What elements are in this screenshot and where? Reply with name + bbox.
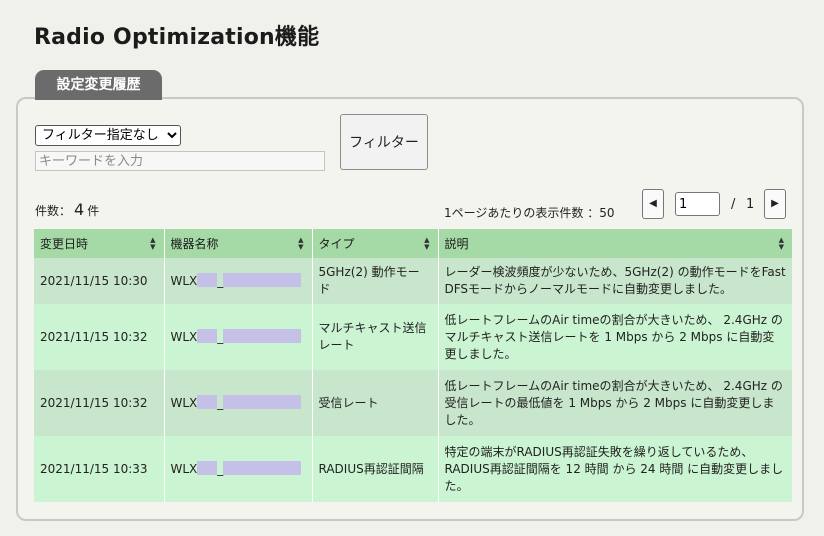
page-number-input[interactable] (675, 192, 720, 216)
column-header-datetime[interactable]: 変更日時 ▲ ▼ (34, 229, 165, 258)
count-unit: 件 (87, 204, 100, 218)
change-history-panel: フィルター指定なし フィルター 件数：4件 1ページあたりの表示件数 ：50 ◀… (16, 97, 804, 521)
table-row: 2021/11/15 10:30 WLX _ 5GHz(2) 動作モード レーダー… (34, 258, 792, 304)
sort-icon: ▲ ▼ (298, 236, 304, 251)
cell-description: レーダー検波頻度が少ないため、5GHz(2) の動作モードをFast DFSモー… (438, 258, 792, 304)
cell-datetime: 2021/11/15 10:30 (34, 258, 165, 304)
triangle-right-icon: ▶ (771, 198, 779, 209)
redacted-block (197, 328, 218, 343)
result-count: 件数： 4 件 (35, 200, 99, 219)
pager-prev-button[interactable]: ◀ (642, 189, 664, 219)
count-label: 件数： (35, 204, 72, 218)
filter-select[interactable]: フィルター指定なし (35, 125, 181, 146)
table-header-row: 変更日時 ▲ ▼ 機器名称 ▲ ▼ タイプ ▲ ▼ 説明 ▲ ▼ (34, 229, 792, 258)
sort-icon: ▲ ▼ (778, 236, 784, 251)
cell-datetime: 2021/11/15 10:33 (34, 436, 165, 502)
cell-datetime: 2021/11/15 10:32 (34, 370, 165, 436)
page-separator: / (731, 197, 736, 212)
redacted-block (197, 460, 218, 475)
table-row: 2021/11/15 10:32 WLX _ 受信レート 低レートフレームのAir… (34, 370, 792, 436)
triangle-left-icon: ◀ (649, 198, 657, 209)
cell-device: WLX _ (164, 370, 313, 436)
pager-next-button[interactable]: ▶ (764, 189, 786, 219)
table-row: 2021/11/15 10:32 WLX _ マルチキャスト送信レート 低レートフ… (34, 304, 792, 370)
sort-icon: ▲ ▼ (150, 236, 156, 251)
cell-type: 受信レート (312, 370, 439, 436)
redacted-block (197, 394, 218, 409)
redacted-block (223, 272, 302, 287)
cell-device: WLX _ (164, 304, 313, 370)
redacted-block (223, 394, 302, 409)
redacted-block (197, 272, 218, 287)
page-total: 1 (746, 197, 755, 212)
column-header-type[interactable]: タイプ ▲ ▼ (312, 229, 439, 258)
cell-datetime: 2021/11/15 10:32 (34, 304, 165, 370)
tab-change-history[interactable]: 設定変更履歴 (35, 70, 162, 100)
keyword-input[interactable] (35, 151, 325, 171)
cell-type: 5GHz(2) 動作モード (312, 258, 439, 304)
filter-button[interactable]: フィルター (340, 114, 428, 170)
sort-icon: ▲ ▼ (424, 236, 430, 251)
cell-description: 低レートフレームのAir timeの割合が大きいため、 2.4GHz のマルチキ… (438, 304, 792, 370)
redacted-block (223, 328, 302, 343)
column-header-device[interactable]: 機器名称 ▲ ▼ (164, 229, 313, 258)
per-page-label: 1ページあたりの表示件数 ：50 (444, 206, 615, 220)
cell-device: WLX _ (164, 258, 313, 304)
change-history-table: 変更日時 ▲ ▼ 機器名称 ▲ ▼ タイプ ▲ ▼ 説明 ▲ ▼ 2021/11/15 10:3… (34, 229, 792, 502)
cell-type: RADIUS再認証間隔 (312, 436, 439, 502)
count-value: 4 (74, 200, 85, 219)
column-header-description[interactable]: 説明 ▲ ▼ (438, 229, 792, 258)
cell-description: 低レートフレームのAir timeの割合が大きいため、 2.4GHz の受信レー… (438, 370, 792, 436)
cell-description: 特定の端末がRADIUS再認証失敗を繰り返しているため、RADIUS再認証間隔を… (438, 436, 792, 502)
redacted-block (223, 460, 302, 475)
table-row: 2021/11/15 10:33 WLX _ RADIUS再認証間隔 特定の端末が… (34, 436, 792, 502)
cell-device: WLX _ (164, 436, 313, 502)
cell-type: マルチキャスト送信レート (312, 304, 439, 370)
page-title: Radio Optimization機能 (34, 25, 320, 50)
